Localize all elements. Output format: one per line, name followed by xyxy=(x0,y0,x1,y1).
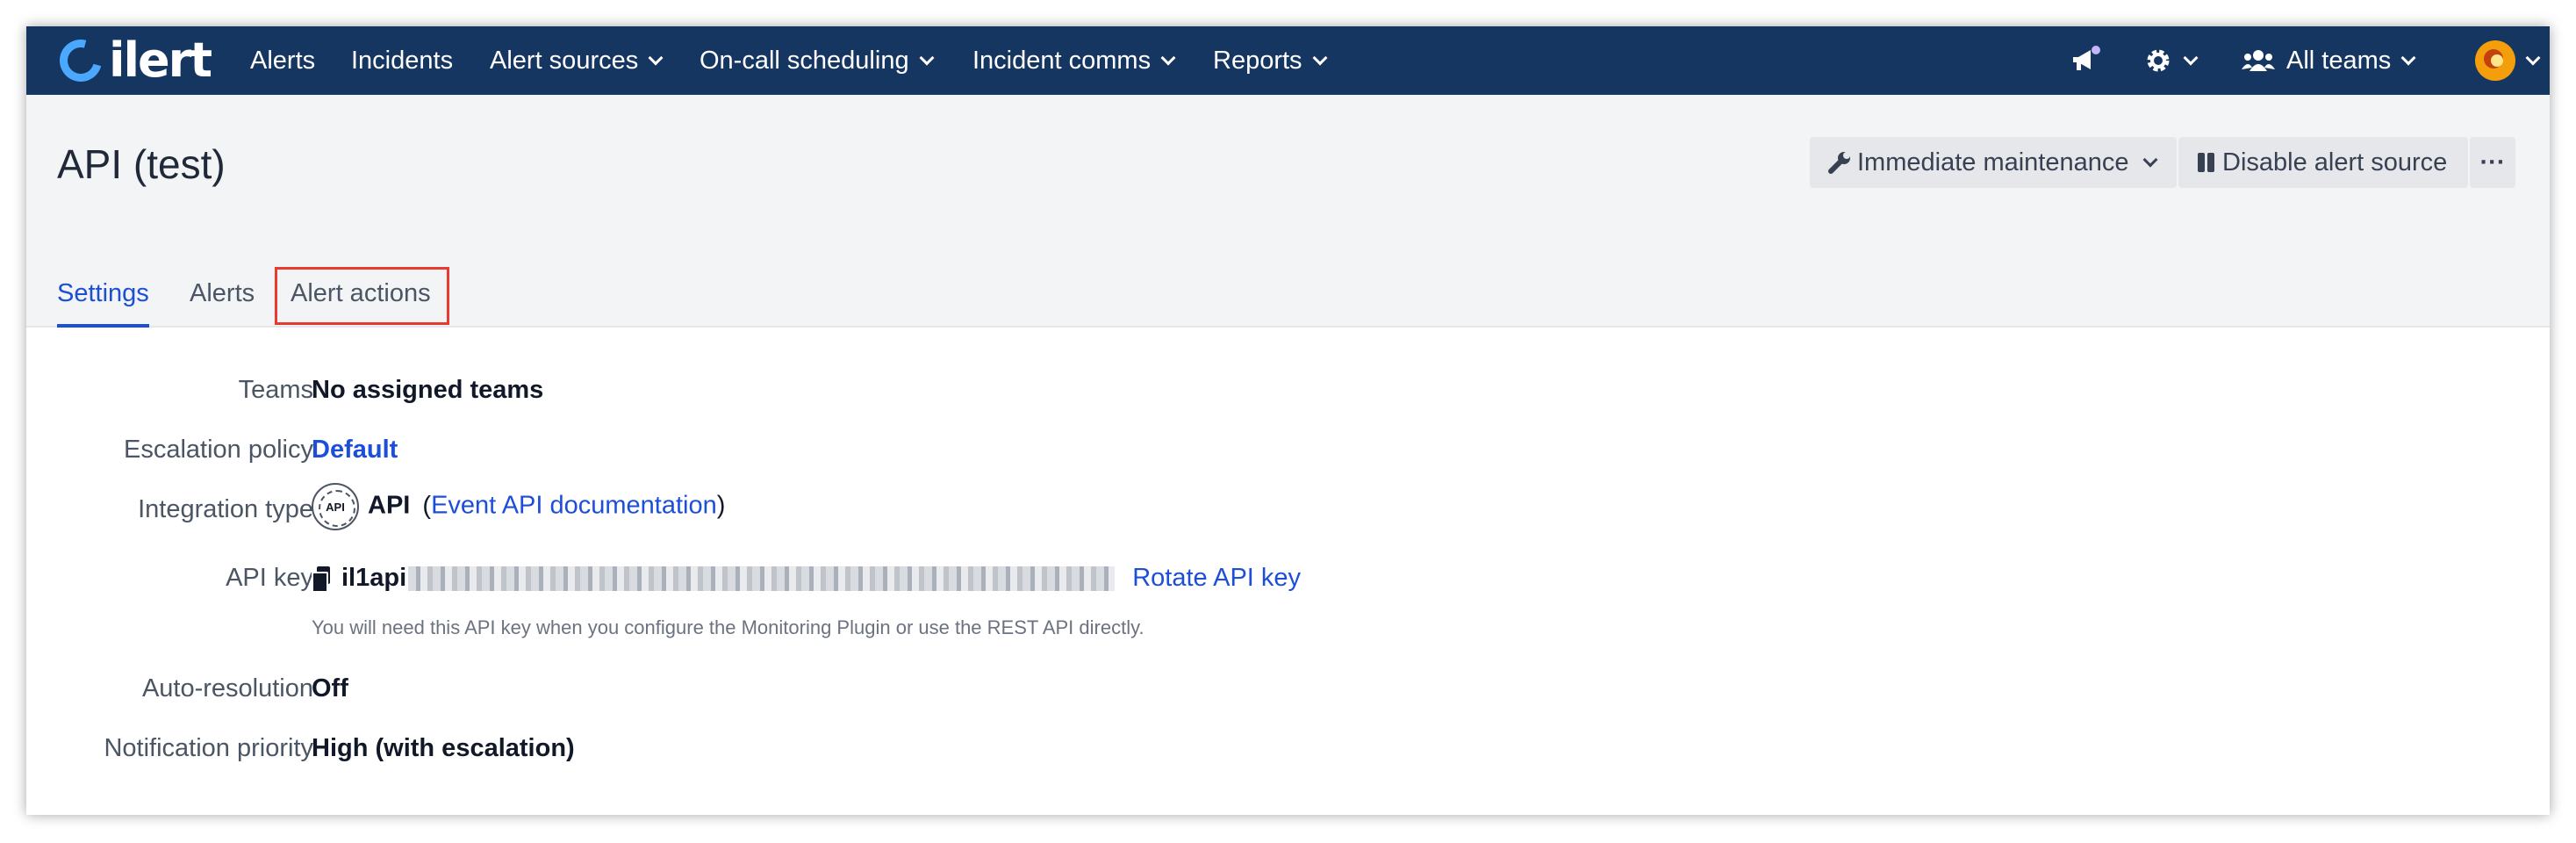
auto-resolution-value: Off xyxy=(312,674,348,702)
notification-priority-value: High (with escalation) xyxy=(312,734,575,762)
chevron-down-icon xyxy=(2142,152,2157,167)
escalation-policy-link[interactable]: Default xyxy=(312,436,398,465)
tab-label: Alerts xyxy=(190,279,255,307)
ilert-logo[interactable]: ilert xyxy=(52,32,212,90)
nav-reports[interactable]: Reports xyxy=(1213,26,1328,95)
teams-value: No assigned teams xyxy=(312,376,544,404)
top-navigation: ilert Alerts Incidents Alert sources On-… xyxy=(26,26,2550,95)
disable-label: Disable alert source xyxy=(2222,148,2448,177)
chevron-down-icon xyxy=(1312,50,1328,65)
maintenance-label: Immediate maintenance xyxy=(1857,148,2129,177)
rotate-api-key-link[interactable]: Rotate API key xyxy=(1132,564,1301,592)
tab-settings[interactable]: Settings xyxy=(57,279,149,328)
api-key-value: il1api Rotate API key xyxy=(312,564,1301,594)
chevron-down-icon xyxy=(2183,50,2199,65)
chevron-down-icon xyxy=(919,50,935,65)
gear-icon xyxy=(2147,49,2170,72)
app-window: ilert Alerts Incidents Alert sources On-… xyxy=(26,26,2550,815)
tab-alerts[interactable]: Alerts xyxy=(190,279,255,328)
api-badge-text: API xyxy=(326,500,345,514)
megaphone-icon xyxy=(2073,46,2100,70)
open-paren: ( xyxy=(422,491,432,520)
nav-label: Incident comms xyxy=(972,46,1152,75)
more-options-button[interactable]: ··· xyxy=(2470,137,2515,188)
immediate-maintenance-button[interactable]: Immediate maintenance xyxy=(1810,137,2177,188)
api-integration-icon: API xyxy=(312,483,359,530)
avatar xyxy=(2475,40,2515,81)
api-key-redacted xyxy=(408,566,1116,592)
escalation-policy-label: Escalation policy xyxy=(124,436,313,464)
page-header: API (test) Immediate maintenance Disable… xyxy=(26,95,2550,328)
announcements-button[interactable] xyxy=(2068,26,2103,95)
api-key-help-text: You will need this API key when you conf… xyxy=(312,616,1144,638)
event-api-documentation-link[interactable]: Event API documentation xyxy=(431,492,717,520)
wrench-icon xyxy=(1828,152,1850,174)
nav-label: On-call scheduling xyxy=(700,46,909,75)
chevron-down-icon xyxy=(1160,50,1176,65)
close-paren: ) xyxy=(716,491,726,520)
nav-incident-comms[interactable]: Incident comms xyxy=(972,26,1176,95)
team-selector[interactable]: All teams xyxy=(2241,26,2416,95)
pause-icon xyxy=(2198,153,2214,172)
api-key-prefix: il1api xyxy=(341,564,407,592)
settings-menu[interactable] xyxy=(2143,26,2199,95)
nav-alerts[interactable]: Alerts xyxy=(250,26,315,95)
tab-label: Settings xyxy=(57,279,149,307)
nav-label: Reports xyxy=(1213,46,1302,75)
auto-resolution-label: Auto-resolution xyxy=(141,674,313,702)
disable-alert-source-button[interactable]: Disable alert source xyxy=(2178,137,2468,188)
tab-highlight-box xyxy=(275,267,449,325)
nav-label: Incidents xyxy=(351,46,454,75)
teams-label: All teams xyxy=(2286,46,2392,75)
users-icon xyxy=(2242,50,2275,71)
more-icon: ··· xyxy=(2479,148,2506,177)
nav-on-call-scheduling[interactable]: On-call scheduling xyxy=(700,26,935,95)
chevron-down-icon xyxy=(2525,50,2541,65)
integration-type-label: Integration type xyxy=(138,495,313,523)
page-title: API (test) xyxy=(57,141,226,187)
logo-text: ilert xyxy=(109,32,212,88)
integration-name: API xyxy=(368,491,411,520)
nav-label: Alerts xyxy=(250,46,316,75)
integration-type-value: API API (Event API documentation) xyxy=(312,483,725,530)
logo-ring-icon xyxy=(52,32,110,90)
chevron-down-icon xyxy=(648,50,664,65)
copy-icon[interactable] xyxy=(312,566,331,594)
notification-priority-label: Notification priority xyxy=(104,734,313,762)
api-key-label: API key xyxy=(226,564,313,592)
chevron-down-icon xyxy=(2400,50,2416,65)
nav-label: Alert sources xyxy=(490,46,639,75)
nav-alert-sources[interactable]: Alert sources xyxy=(490,26,664,95)
nav-incidents[interactable]: Incidents xyxy=(351,26,453,95)
teams-label: Teams xyxy=(238,376,313,404)
user-menu[interactable] xyxy=(2475,26,2541,95)
